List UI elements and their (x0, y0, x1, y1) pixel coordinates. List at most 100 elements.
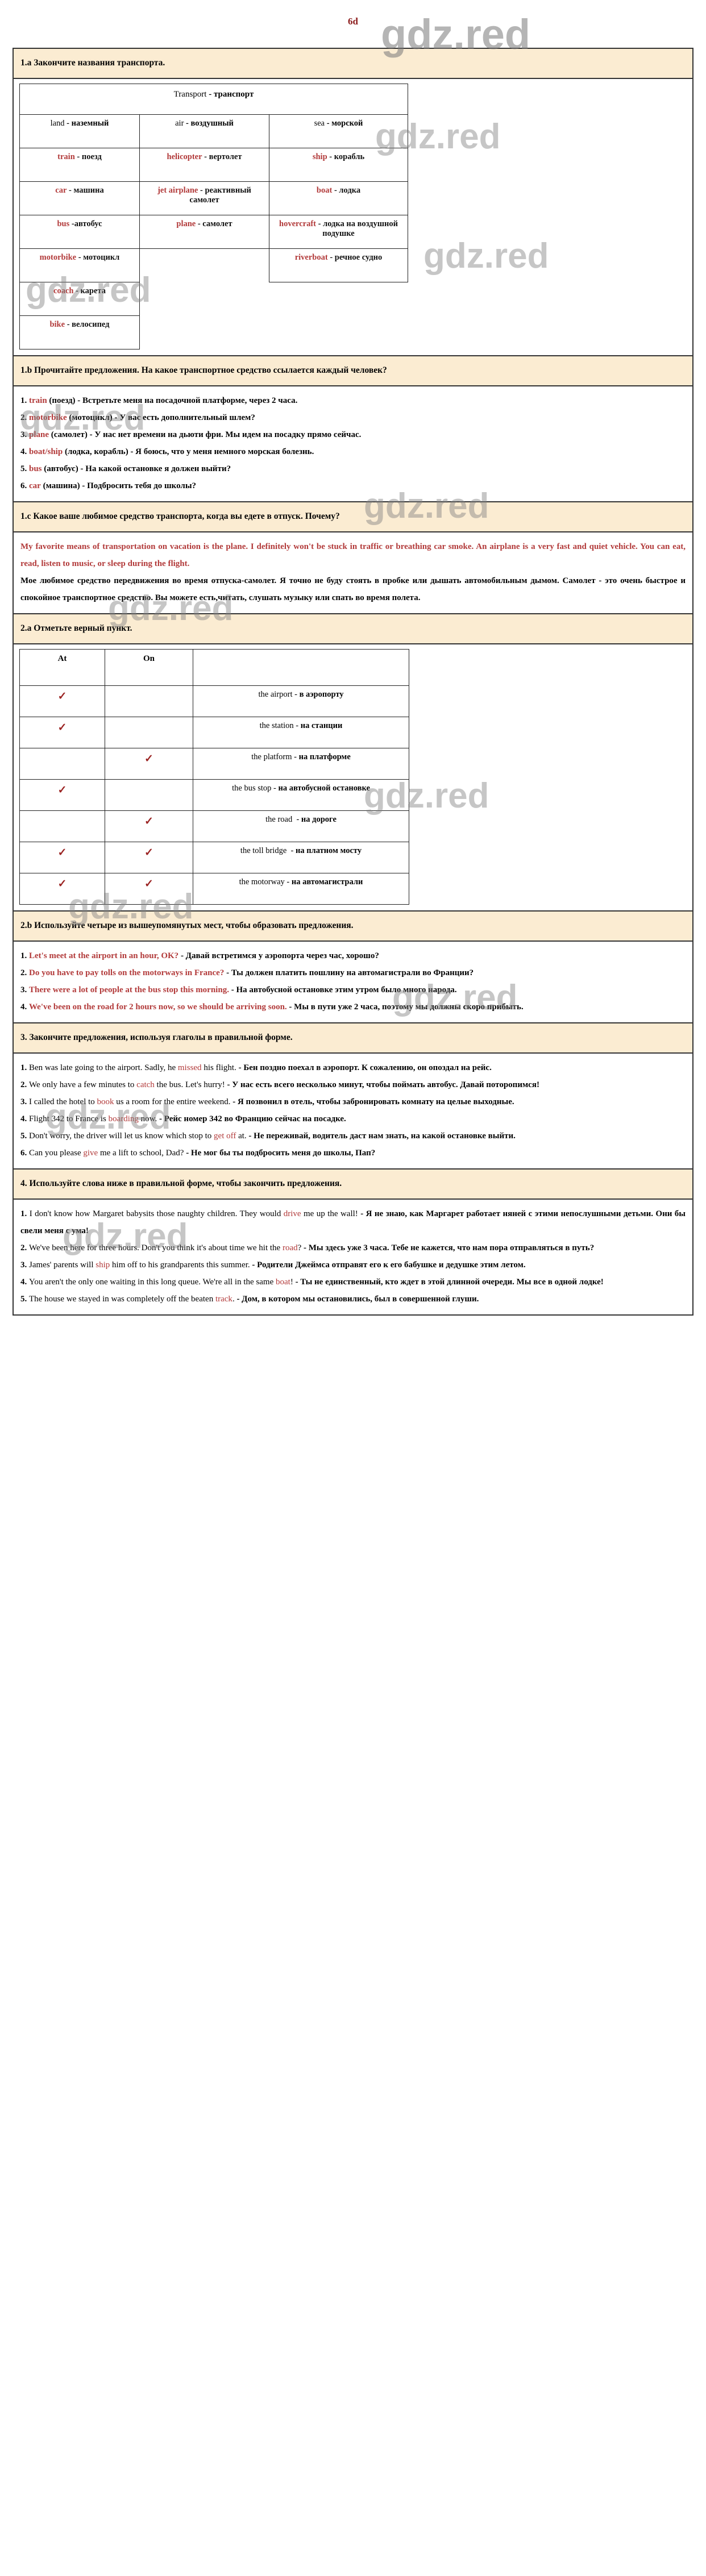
table-row: Transport - транспорт (19, 84, 408, 115)
task-4-heading: 4. Используйте слова ниже в правильной ф… (14, 1168, 692, 1200)
transport-table: Transport - транспорт land - наземный ai… (19, 84, 408, 349)
table-row: bus -автобус plane - самолет hovercraft … (19, 215, 408, 249)
task-1a-heading: 1.a Закончите названия транспорта. (14, 49, 692, 79)
table-row: ✓ the airport - в аэропорту (19, 685, 409, 717)
table-row: ✓ ✓ the toll bridge - на платном мосту (19, 842, 409, 873)
transport-cell: helicopter - вертолет (139, 148, 269, 182)
phrase-cell: the platform - на платформе (193, 748, 409, 780)
section-4-answers: 1. I don't know how Margaret babysits th… (14, 1200, 692, 1314)
checkmark-at[interactable]: ✓ (19, 873, 105, 905)
list-item: 1. Let's meet at the airport in an hour,… (20, 951, 379, 960)
list-item: 5. The house we stayed in was completely… (20, 1295, 479, 1304)
transport-cell: riverboat - речное судно (269, 248, 408, 282)
list-item: 5. bus (автобус) - На какой остановке я … (20, 464, 231, 473)
list-item: 3. I called the hotel to book us a room … (20, 1097, 514, 1106)
transport-cell-empty (140, 316, 269, 349)
phrase-cell: the airport - в аэропорту (193, 685, 409, 717)
section-3-answers: 1. Ben was late going to the airport. Sa… (14, 1054, 692, 1168)
phrase-cell: the road - на дороге (193, 810, 409, 842)
transport-cell-empty (269, 282, 408, 316)
at-on-table: At On ✓ the airport - в аэропорту ✓ the … (19, 649, 409, 905)
section-2b-answers: 1. Let's meet at the airport in an hour,… (14, 942, 692, 1022)
list-item: 3. James' parents will ship him off to h… (20, 1260, 526, 1270)
list-item: 6. Can you please give me a lift to scho… (20, 1148, 376, 1158)
transport-cell-empty (140, 282, 269, 316)
column-header-spacer (193, 649, 409, 686)
checkmark-on[interactable]: ✓ (105, 842, 193, 873)
list-item: 2. We've been here for three hours. Don'… (20, 1243, 595, 1252)
transport-cell: ship - корабль (269, 148, 408, 182)
transport-table-title: Transport - транспорт (19, 84, 408, 115)
transport-cell: jet airplane - реактивный самолет (139, 181, 269, 215)
page-bottom-spacer (0, 1316, 706, 1319)
list-item: 2. Do you have to pay tolls on the motor… (20, 968, 474, 977)
task-1b-heading: 1.b Прочитайте предложения. На какое тра… (14, 355, 692, 386)
transport-cell: coach - карета (19, 282, 140, 316)
answer-russian: Мое любимое средство передвижения во вре… (20, 576, 686, 602)
cell-at-empty[interactable] (19, 748, 105, 780)
table-row: coach - карета (19, 282, 408, 316)
task-1c-heading: 1.c Какое ваше любимое средство транспор… (14, 501, 692, 532)
checkmark-on[interactable]: ✓ (105, 810, 193, 842)
content-frame: 1.a Закончите названия транспорта. Trans… (13, 48, 693, 1316)
transport-cell: boat - лодка (269, 181, 408, 215)
column-header-at: At (19, 649, 105, 686)
phrase-cell: the toll bridge - на платном мосту (193, 842, 409, 873)
list-item: 2. We only have a few minutes to catch t… (20, 1080, 539, 1089)
transport-category-air: air - воздушный (139, 114, 269, 148)
list-item: 6. car (машина) - Подбросить тебя до шко… (20, 481, 197, 490)
section-1b-answers: 1. train (поезд) - Встретьте меня на пос… (14, 386, 692, 501)
list-item: 1. I don't know how Margaret babysits th… (20, 1209, 686, 1235)
column-header-on: On (105, 649, 193, 686)
task-2a-heading: 2.a Отметьте верный пункт. (14, 613, 692, 644)
transport-cell: bus -автобус (19, 215, 140, 249)
transport-cell: car - машина (19, 181, 140, 215)
phrase-cell: the station - на станции (193, 717, 409, 748)
cell-on-empty[interactable] (105, 685, 193, 717)
table-row: ✓ the platform - на платформе (19, 748, 409, 780)
cell-at-empty[interactable] (19, 810, 105, 842)
transport-cell: hovercraft - лодка на воздушной подушке (269, 215, 408, 249)
phrase-cell: the motorway - на автомагистрали (193, 873, 409, 905)
task-3-heading: 3. Закончите предложения, используя глаг… (14, 1022, 692, 1054)
transport-cell: bike - велосипед (19, 315, 140, 349)
page-root: gdz.red gdz.red gdz.red gdz.red gdz.red … (0, 0, 706, 1319)
table-row: ✓ the station - на станции (19, 717, 409, 748)
checkmark-at[interactable]: ✓ (19, 842, 105, 873)
checkmark-on[interactable]: ✓ (105, 873, 193, 905)
table-row: motorbike - мотоцикл riverboat - речное … (19, 248, 408, 282)
table-row: At On (19, 649, 409, 686)
transport-cell: motorbike - мотоцикл (19, 248, 140, 282)
phrase-cell: the bus stop - на автобусной остановке (193, 779, 409, 811)
list-item: 4. We've been on the road for 2 hours no… (20, 1002, 524, 1012)
table-row: ✓ the bus stop - на автобусной остановке (19, 779, 409, 811)
checkmark-at[interactable]: ✓ (19, 717, 105, 748)
transport-category-sea: sea - морской (269, 114, 408, 148)
table-row: ✓ the road - на дороге (19, 810, 409, 842)
transport-category-land: land - наземный (19, 114, 140, 148)
list-item: 3. plane (самолет) - У нас нет времени н… (20, 430, 362, 439)
checkmark-at[interactable]: ✓ (19, 685, 105, 717)
transport-cell: plane - самолет (139, 215, 269, 249)
list-item: 4. You aren't the only one waiting in th… (20, 1277, 604, 1287)
page-header: 6d (0, 0, 706, 48)
table-row: train - поезд helicopter - вертолет ship… (19, 148, 408, 182)
checkmark-on[interactable]: ✓ (105, 748, 193, 780)
section-1c-answer: My favorite means of transportation on v… (14, 532, 692, 613)
table-row: car - машина jet airplane - реактивный с… (19, 181, 408, 215)
list-item: 2. motorbike (мотоцикл) - У вас есть доп… (20, 413, 255, 422)
list-item: 4. boat/ship (лодка, корабль) - Я боюсь,… (20, 447, 314, 456)
transport-cell-empty (140, 249, 269, 282)
cell-on-empty[interactable] (105, 779, 193, 811)
list-item: 1. Ben was late going to the airport. Sa… (20, 1063, 492, 1072)
checkmark-at[interactable]: ✓ (19, 779, 105, 811)
transport-cell-empty (269, 316, 408, 349)
list-item: 1. train (поезд) - Встретьте меня на пос… (20, 396, 298, 405)
table-row: land - наземный air - воздушный sea - мо… (19, 114, 408, 148)
transport-table-wrap: Transport - транспорт land - наземный ai… (14, 79, 692, 355)
page-number: 6d (348, 16, 358, 27)
table-row: ✓ ✓ the motorway - на автомагистрали (19, 873, 409, 905)
cell-on-empty[interactable] (105, 717, 193, 748)
task-2b-heading: 2.b Используйте четыре из вышеупомянутых… (14, 910, 692, 942)
answer-english: My favorite means of transportation on v… (20, 542, 686, 568)
